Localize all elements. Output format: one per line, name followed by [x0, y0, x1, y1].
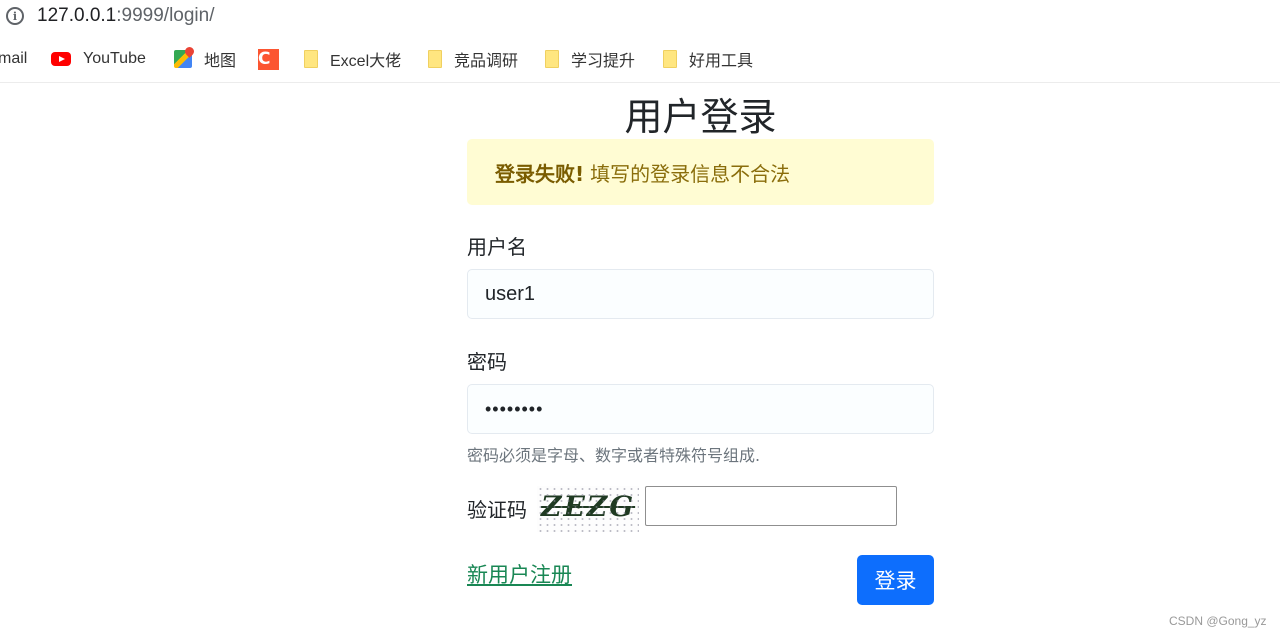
- bookmark-label: mail: [0, 50, 28, 67]
- bookmark-label: 学习提升: [571, 53, 636, 70]
- youtube-icon: [51, 52, 71, 66]
- bookmark-label: 竞品调研: [454, 53, 519, 70]
- toolbar-divider: [0, 82, 1280, 83]
- maps-icon: [174, 50, 192, 68]
- bookmark-label: Excel大佬: [330, 53, 402, 70]
- captcha-label: 验证码: [467, 498, 527, 522]
- login-button[interactable]: 登录: [857, 555, 934, 605]
- captcha-input[interactable]: [645, 486, 897, 526]
- watermark: CSDN @Gong_yz: [1169, 614, 1267, 628]
- register-link[interactable]: 新用户注册: [467, 559, 572, 589]
- info-icon[interactable]: i: [6, 7, 24, 25]
- bookmark-label: 地图: [204, 53, 237, 70]
- folder-icon: [304, 50, 318, 68]
- folder-icon: [428, 50, 442, 68]
- password-input[interactable]: ••••••••: [467, 384, 934, 434]
- bookmark-label: 好用工具: [689, 53, 754, 70]
- folder-icon: [545, 50, 559, 68]
- bookmark-maps[interactable]: 地图: [174, 44, 236, 74]
- bookmark-folder-tools[interactable]: 好用工具: [663, 44, 753, 74]
- bookmark-gmail[interactable]: mail: [0, 44, 27, 74]
- page-title: 用户登录: [624, 95, 777, 139]
- url-field[interactable]: 127.0.0.1:9999/login/: [37, 5, 215, 27]
- csdn-icon: C: [258, 48, 279, 70]
- bookmark-folder-learning[interactable]: 学习提升: [545, 44, 635, 74]
- url-path: :9999/login/: [116, 5, 215, 26]
- folder-icon: [663, 50, 677, 68]
- captcha-noise: [537, 486, 639, 532]
- bookmark-csdn[interactable]: C: [258, 44, 291, 74]
- password-label: 密码: [467, 350, 507, 374]
- url-host: 127.0.0.1: [37, 5, 117, 26]
- username-input[interactable]: user1: [467, 269, 934, 319]
- alert-strong: 登录失败!: [495, 161, 585, 186]
- bookmarks-bar: mail YouTube 地图 C Excel大佬 竞品调研 学习提升 好用工具: [0, 44, 1280, 74]
- bookmark-folder-research[interactable]: 竞品调研: [428, 44, 518, 74]
- captcha-image[interactable]: ZEZG: [537, 486, 639, 532]
- password-help-text: 密码必须是字母、数字或者特殊符号组成.: [467, 446, 761, 465]
- bookmark-folder-excel[interactable]: Excel大佬: [304, 44, 401, 74]
- error-alert: 登录失败! 填写的登录信息不合法: [467, 139, 934, 205]
- bookmark-youtube[interactable]: YouTube: [51, 44, 146, 74]
- username-label: 用户名: [467, 235, 527, 259]
- alert-message: 填写的登录信息不合法: [590, 161, 791, 186]
- address-bar[interactable]: i 127.0.0.1:9999/login/: [0, 0, 1280, 34]
- bookmark-label: YouTube: [83, 50, 146, 67]
